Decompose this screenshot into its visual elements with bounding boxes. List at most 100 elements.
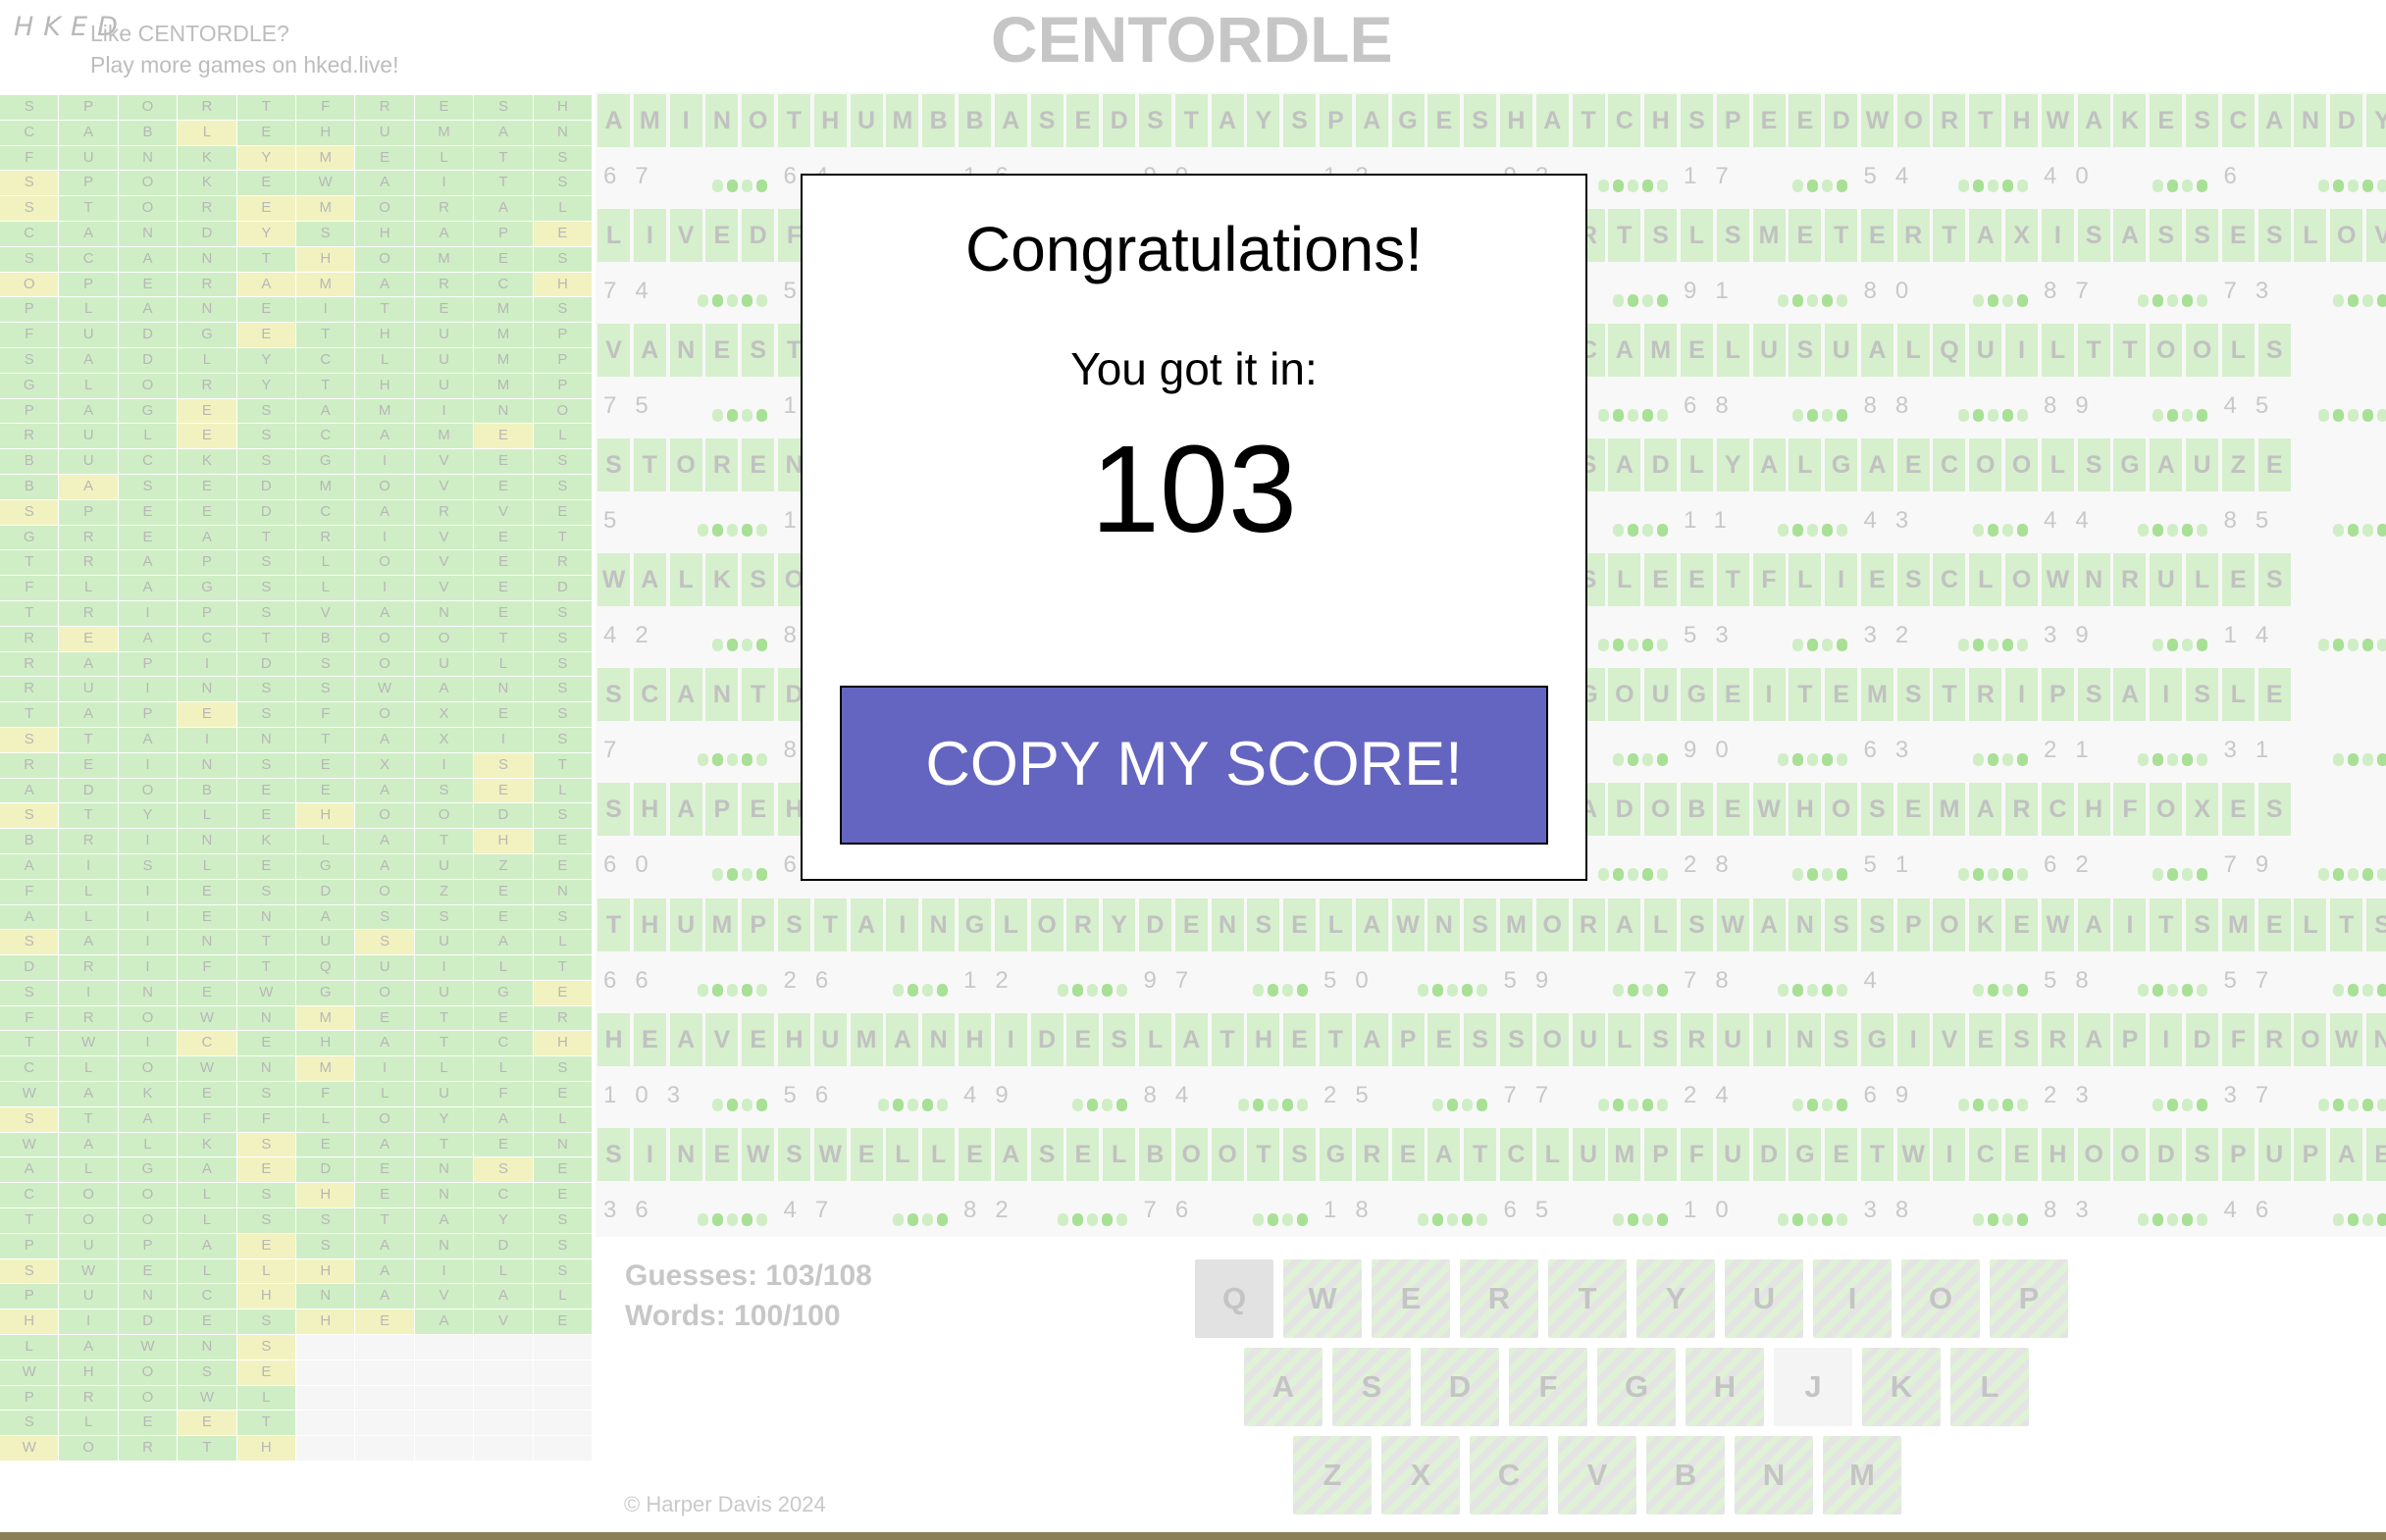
board-letter-tile: I [669, 94, 702, 147]
promo-line-2[interactable]: Play more games on hked.live! [90, 49, 399, 80]
guess-dot [2361, 294, 2373, 307]
history-cell: t [296, 373, 356, 398]
history-cell: f [474, 1082, 534, 1106]
key-x[interactable]: X [1381, 1436, 1460, 1514]
key-l[interactable]: L [1950, 1348, 2029, 1426]
key-k[interactable]: K [1862, 1348, 1941, 1426]
guess-dot [2332, 524, 2344, 537]
word-guess-info: 85 [2224, 501, 2386, 540]
board-letter-tile: R [2257, 1013, 2291, 1066]
guess-dots [1072, 1099, 1127, 1111]
key-y[interactable]: Y [1636, 1259, 1715, 1338]
board-letter-tile: N [1211, 898, 1244, 951]
guess-dots [1612, 753, 1668, 766]
word-guess-info: 79 [2224, 846, 2386, 885]
key-z[interactable]: Z [1293, 1436, 1372, 1514]
key-e[interactable]: E [1372, 1259, 1450, 1338]
key-u[interactable]: U [1725, 1259, 1803, 1338]
word-guess-info: 58 [2044, 961, 2215, 1001]
key-p[interactable]: P [1990, 1259, 2068, 1338]
game-screen: HKED Like CENTORDLE? Play more games on … [0, 0, 2386, 1540]
word-guess-info: 43 [1864, 501, 2036, 540]
board-letter-tile: N [705, 668, 739, 721]
history-row: punchnaval [0, 1284, 594, 1310]
key-b[interactable]: B [1646, 1436, 1725, 1514]
board-letter-tile: S [1283, 1128, 1317, 1181]
history-cell: f [296, 702, 356, 727]
guess-dot [1072, 984, 1083, 997]
hked-logo[interactable]: HKED [14, 12, 118, 75]
history-cell: o [355, 702, 415, 727]
guess-dot [2376, 639, 2386, 651]
board-letter-tile: E [1680, 324, 1713, 377]
guess-dot [1987, 524, 1998, 537]
guess-number: 50 [1323, 967, 1387, 994]
key-w[interactable]: W [1283, 1259, 1362, 1338]
history-cell: m [296, 1005, 356, 1031]
board-letter-tile: O [1896, 94, 1930, 147]
board-letter-tile: E [705, 209, 739, 262]
guess-dot [1627, 180, 1638, 192]
history-row: brinklathe [0, 829, 594, 854]
key-a[interactable]: A [1244, 1348, 1323, 1426]
key-r[interactable]: R [1460, 1259, 1538, 1338]
board-letter-tile: E [1752, 94, 1786, 147]
key-f[interactable]: F [1509, 1348, 1587, 1426]
board-letter-tile: D [1030, 1013, 1063, 1066]
history-cell: g [0, 373, 60, 398]
key-n[interactable]: N [1735, 1436, 1813, 1514]
word-guess-info: 53 [1684, 616, 1855, 655]
history-cell: p [178, 550, 237, 576]
guess-dot [1597, 639, 1609, 651]
history-cell: k [178, 145, 237, 171]
history-cell: i [355, 576, 415, 600]
copy-score-button[interactable]: COPY MY SCORE! [840, 686, 1548, 845]
history-cell: e [236, 120, 297, 145]
history-cell: e [178, 499, 237, 525]
history-row: glorythump [0, 373, 594, 399]
history-cell: a [296, 904, 356, 930]
key-o[interactable]: O [1901, 1259, 1980, 1338]
key-i[interactable]: I [1813, 1259, 1892, 1338]
history-row: driftquilt [0, 955, 594, 981]
guess-dot [2361, 409, 2373, 422]
board-letter-tile: E [1789, 94, 1822, 147]
history-cell: a [59, 398, 119, 424]
history-cell: s [236, 1309, 297, 1335]
guess-dot [2347, 409, 2359, 422]
board-letter-tile: L [1789, 438, 1822, 491]
guess-number: 45 [2223, 392, 2288, 419]
key-c[interactable]: C [1470, 1436, 1548, 1514]
board-letter-tile: O [1608, 668, 1641, 721]
promo-text[interactable]: Like CENTORDLE? Play more games on hked.… [90, 18, 399, 80]
history-cell: a [414, 677, 475, 702]
key-d[interactable]: D [1421, 1348, 1499, 1426]
history-cell: g [296, 853, 356, 879]
key-v[interactable]: V [1558, 1436, 1636, 1514]
history-cell: o [355, 550, 415, 576]
guess-dots [1597, 1099, 1668, 1111]
board-letter-tile: S [2077, 438, 2110, 491]
history-cell: n [414, 600, 475, 626]
key-m[interactable]: M [1823, 1436, 1901, 1514]
history-cell: f [178, 1106, 237, 1132]
key-s[interactable]: S [1332, 1348, 1411, 1426]
board-letter-tile: L [2221, 324, 2255, 377]
key-g[interactable]: G [1597, 1348, 1676, 1426]
key-t[interactable]: T [1548, 1259, 1627, 1338]
key-q[interactable]: Q [1195, 1259, 1273, 1338]
guess-dot [2376, 753, 2386, 766]
guess-dots [1972, 753, 2028, 766]
guess-dot [698, 753, 708, 766]
board-letter-tile: S [777, 1128, 810, 1181]
key-j[interactable]: J [1774, 1348, 1852, 1426]
key-h[interactable]: H [1686, 1348, 1764, 1426]
board-letter-tile: P [705, 783, 739, 836]
board-word-row: HEAVEHUMANHIDESLATHETAPESSOULSRUINSGIVES… [597, 1013, 2386, 1072]
board-letter-tile: K [705, 553, 739, 606]
board-letter-tile: A [597, 94, 630, 147]
guess-dots [1778, 1213, 1847, 1226]
guess-dots [1792, 409, 1847, 422]
history-cell: e [236, 297, 297, 323]
history-cell: h [533, 1031, 594, 1056]
